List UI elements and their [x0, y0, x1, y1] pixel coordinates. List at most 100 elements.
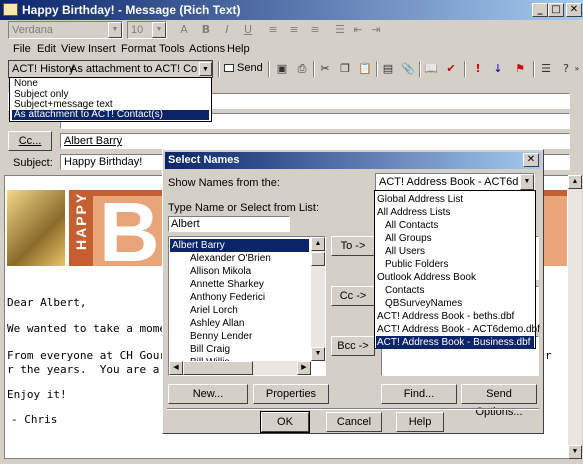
list-item[interactable]: Annette Sharkey	[190, 278, 264, 291]
ok-button[interactable]: OK	[260, 411, 310, 433]
address-book-option-selected[interactable]: ACT! Address Book - Business.dbf	[376, 336, 534, 349]
menu-edit[interactable]: Edit	[37, 43, 56, 55]
address-book-option[interactable]: Public Folders	[376, 258, 534, 271]
increase-indent-icon[interactable]: ⇥	[368, 22, 384, 38]
send-options-button[interactable]: Send Options...	[461, 384, 537, 418]
names-list[interactable]: Albert Barry Alexander O'Brien Allison M…	[168, 236, 326, 376]
scroll-thumb[interactable]	[183, 361, 253, 375]
list-item[interactable]: Ariel Lorch	[190, 304, 238, 317]
cancel-button[interactable]: Cancel	[326, 412, 382, 432]
check-names-icon[interactable]: ✔	[443, 61, 459, 77]
history-option-selected[interactable]: As attachment to ACT! Contact(s)	[12, 110, 209, 120]
menu-format[interactable]: Format	[121, 43, 156, 55]
address-book-option[interactable]: All Groups	[376, 232, 534, 245]
scroll-thumb[interactable]	[311, 252, 325, 266]
scroll-down-icon[interactable]: ▼	[311, 347, 325, 361]
list-item[interactable]: Alexander O'Brien	[190, 252, 271, 265]
font-color-icon[interactable]: A	[176, 22, 192, 38]
decrease-indent-icon[interactable]: ⇤	[350, 22, 366, 38]
bcc-add-button[interactable]: Bcc ->	[331, 336, 375, 356]
address-book-option[interactable]: Outlook Address Book	[376, 271, 534, 284]
toolbar-chevron-icon[interactable]: »	[572, 61, 582, 77]
address-book-option[interactable]: QBSurveyNames	[376, 297, 534, 310]
print-icon[interactable]: ⎙	[294, 61, 310, 77]
chevron-down-icon[interactable]: ▼	[199, 62, 212, 76]
underline-button[interactable]: U	[240, 22, 256, 38]
list-item[interactable]: Anthony Federici	[190, 291, 265, 304]
properties-button[interactable]: Properties	[253, 384, 329, 404]
type-name-input[interactable]: Albert	[168, 216, 290, 232]
dialog-close-button[interactable]: ✕	[523, 153, 539, 167]
paste-icon[interactable]: 📋	[357, 61, 373, 77]
toolbar-separator	[419, 61, 421, 77]
banner-happy-text: HAPPY	[73, 191, 89, 250]
send-button[interactable]: Send	[222, 60, 264, 78]
address-book-option[interactable]: ACT! Address Book - beths.dbf	[376, 310, 534, 323]
address-book-option[interactable]: All Users	[376, 245, 534, 258]
find-button[interactable]: Find...	[381, 384, 457, 404]
address-book-option[interactable]: All Address Lists	[376, 206, 534, 219]
new-button[interactable]: New...	[168, 384, 248, 404]
list-item[interactable]: Allison Mikola	[190, 265, 251, 278]
body-line: Enjoy it!	[7, 388, 67, 401]
menu-tools[interactable]: Tools	[159, 43, 185, 55]
dialog-title-bar: Select Names ✕	[165, 152, 541, 169]
high-importance-icon[interactable]: !	[470, 61, 486, 77]
body-scrollbar[interactable]: ▲ ▼	[568, 175, 582, 459]
to-add-button[interactable]: To ->	[331, 236, 375, 256]
flag-icon[interactable]: ⚑	[512, 61, 528, 77]
address-book-icon[interactable]: 📖	[423, 61, 439, 77]
help-button[interactable]: Help	[396, 412, 444, 432]
align-left-icon[interactable]: ≡	[265, 22, 281, 38]
act-history-control[interactable]: ACT! History As attachment to ACT! Conta…	[8, 60, 213, 78]
scroll-left-icon[interactable]: ◀	[169, 361, 183, 375]
low-importance-icon[interactable]: ↓	[490, 61, 506, 77]
menu-actions[interactable]: Actions	[189, 43, 225, 55]
menu-file[interactable]: File	[13, 43, 31, 55]
list-item[interactable]: Bill Craig	[190, 343, 230, 356]
italic-button[interactable]: I	[219, 22, 235, 38]
list-item-selected[interactable]: Albert Barry	[170, 239, 309, 252]
history-option[interactable]: None	[12, 79, 209, 89]
cut-icon[interactable]: ✂	[317, 61, 333, 77]
cc-field[interactable]: Albert Barry	[60, 133, 570, 149]
scroll-right-icon[interactable]: ▶	[297, 361, 311, 375]
cc-add-button[interactable]: Cc ->	[331, 286, 375, 306]
bold-button[interactable]: B	[198, 22, 214, 38]
chevron-down-icon[interactable]: ▼	[520, 174, 534, 190]
scroll-down-icon[interactable]: ▼	[568, 445, 582, 459]
menu-help[interactable]: Help	[227, 43, 250, 55]
attachment-icon[interactable]: 📎	[400, 61, 416, 77]
maximize-button[interactable]: □	[548, 3, 564, 17]
font-size-select[interactable]: 10 ▼	[127, 21, 167, 39]
toolbar-separator	[313, 61, 315, 77]
cc-button[interactable]: Cc...	[8, 131, 52, 151]
insert-file-icon[interactable]: ▤	[380, 61, 396, 77]
show-names-select[interactable]: ACT! Address Book - ACT6demo.dbf ▼	[375, 173, 535, 191]
align-right-icon[interactable]: ≡	[307, 22, 323, 38]
address-book-dropdown[interactable]: Global Address List All Address Lists Al…	[374, 190, 540, 349]
scroll-up-icon[interactable]: ▲	[311, 237, 325, 251]
act-history-value[interactable]: As attachment to ACT! Contact	[70, 63, 197, 75]
cc-recipient[interactable]: Albert Barry	[64, 135, 122, 147]
scroll-up-icon[interactable]: ▲	[568, 175, 582, 189]
address-book-option[interactable]: ACT! Address Book - ACT6demo.dbf	[376, 323, 540, 336]
font-select[interactable]: Verdana ▼	[8, 21, 123, 39]
address-book-option[interactable]: Global Address List	[376, 193, 534, 206]
menu-view[interactable]: View	[61, 43, 85, 55]
address-book-option[interactable]: Contacts	[376, 284, 534, 297]
options-icon[interactable]: ☰	[538, 61, 554, 77]
list-item[interactable]: Benny Lender	[190, 330, 252, 343]
bullets-icon[interactable]: ☰	[332, 22, 348, 38]
save-icon[interactable]: ▣	[274, 61, 290, 77]
menu-insert[interactable]: Insert	[88, 43, 116, 55]
close-button[interactable]: ✕	[566, 3, 582, 17]
copy-icon[interactable]: ❐	[337, 61, 353, 77]
act-history-dropdown[interactable]: None Subject only Subject+message text A…	[9, 77, 212, 122]
address-book-option[interactable]: All Contacts	[376, 219, 534, 232]
align-center-icon[interactable]: ≡	[286, 22, 302, 38]
names-list-scrollbar[interactable]: ▲ ▼	[311, 237, 325, 361]
names-list-hscrollbar[interactable]: ◀ ▶	[169, 361, 311, 375]
minimize-button[interactable]: _	[532, 3, 548, 17]
list-item[interactable]: Ashley Allan	[190, 317, 244, 330]
